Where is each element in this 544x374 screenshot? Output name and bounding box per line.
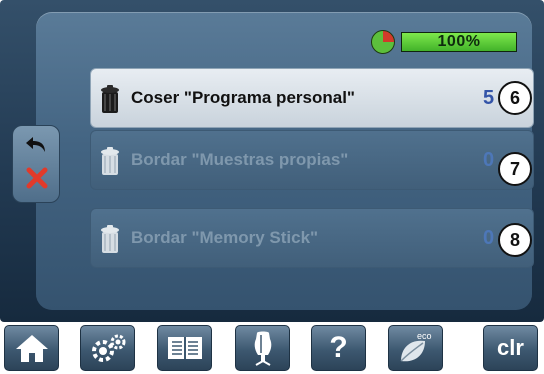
setup-button[interactable] [80, 325, 135, 371]
bottom-toolbar: ? eco clr [0, 322, 544, 374]
eco-button[interactable]: eco [388, 325, 443, 371]
row-personal-program[interactable]: Coser "Programa personal" 5 [90, 68, 534, 128]
capacity-percent: 100% [437, 33, 481, 50]
row-label: Bordar "Memory Stick" [131, 228, 319, 247]
callout-badge-7: 7 [498, 152, 532, 186]
trash-can-icon [101, 85, 119, 113]
trash-can-icon [101, 147, 119, 175]
capacity-pie-icon [371, 30, 395, 54]
row-memory-stick[interactable]: Bordar "Memory Stick" 0 [90, 208, 534, 268]
row-own-designs[interactable]: Bordar "Muestras propias" 0 [90, 130, 534, 190]
callout-badge-8: 8 [498, 223, 532, 257]
row-label: Coser "Programa personal" [131, 88, 355, 107]
home-button[interactable] [4, 325, 59, 371]
callout-badge-6: 6 [498, 81, 532, 115]
capacity-bar: 100% [401, 32, 517, 52]
consultant-button[interactable] [235, 325, 290, 371]
row-count: 0 [483, 226, 495, 249]
row-count: 0 [483, 148, 495, 171]
memory-capacity-indicator: 100% [371, 30, 517, 54]
home-icon [15, 335, 48, 362]
tutorial-book-icon [167, 337, 202, 359]
back-arrow-icon[interactable] [25, 134, 49, 156]
row-count: 5 [483, 86, 495, 109]
setup-gears-icon [91, 334, 125, 362]
row-label: Bordar "Muestras propias" [131, 150, 349, 169]
eco-icon: eco [399, 331, 432, 362]
tutorial-button[interactable] [157, 325, 212, 371]
cross-icon[interactable] [25, 166, 49, 190]
trash-can-icon [101, 225, 119, 253]
eco-label: eco [417, 331, 432, 341]
help-button[interactable]: ? [311, 325, 366, 371]
screen: 100% Coser "Programa personal" 5 Bordar … [0, 0, 544, 322]
back-cancel-tab[interactable] [12, 125, 60, 203]
clear-icon: clr [497, 335, 524, 360]
clear-button[interactable]: clr [483, 325, 538, 371]
help-icon: ? [329, 331, 348, 364]
consultant-dress-form-icon [254, 331, 271, 366]
